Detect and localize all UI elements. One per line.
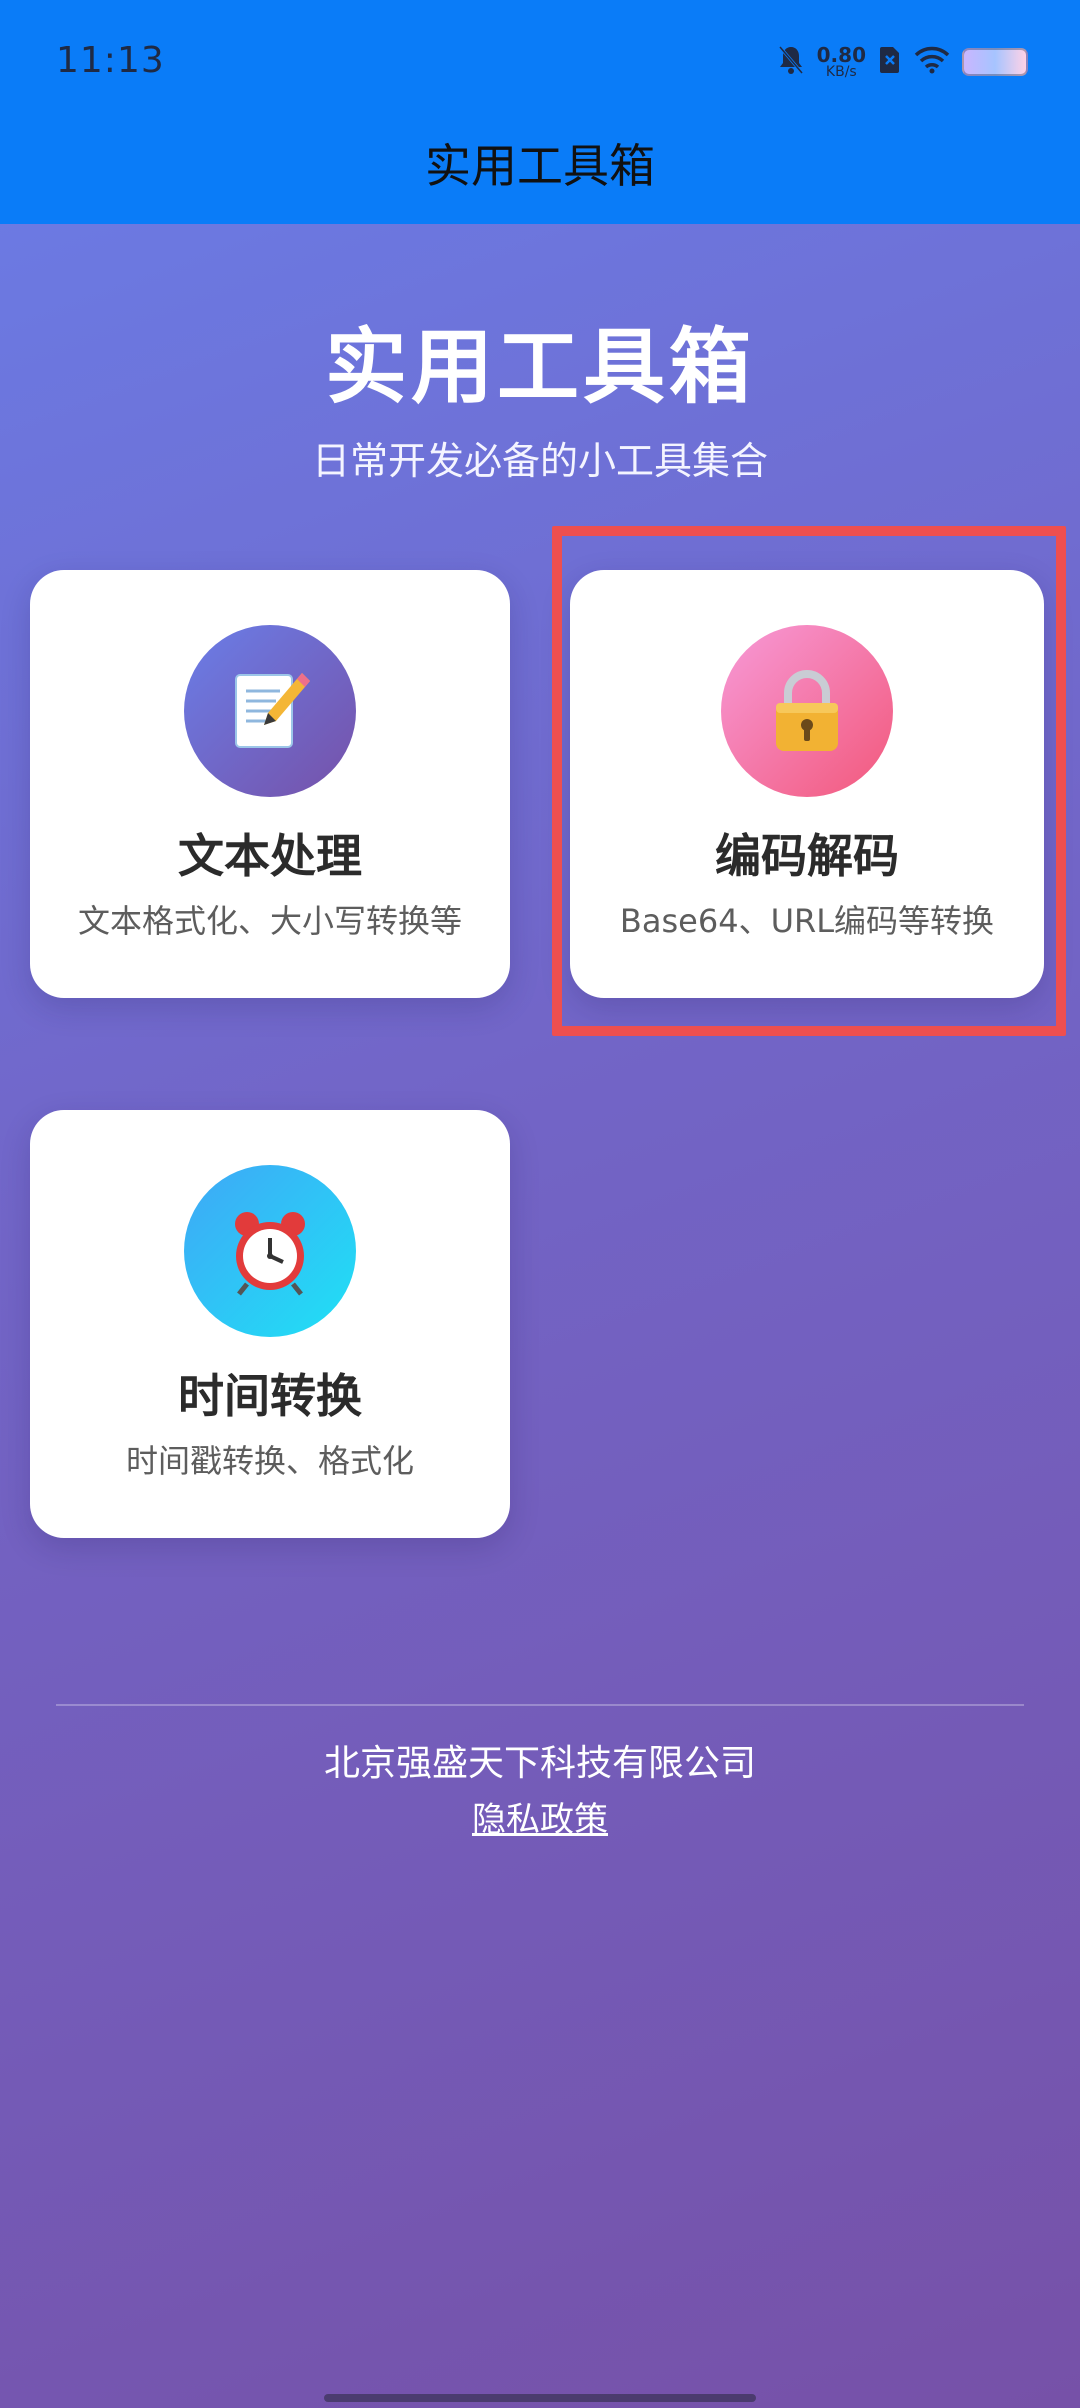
wifi-icon [914,46,950,78]
highlight-frame [552,526,1066,1036]
status-time: 11:13 [56,40,165,81]
sim-icon [878,45,902,79]
footer-divider [56,1704,1024,1706]
page-title: 实用工具箱 [324,320,755,415]
company-name: 北京强盛天下科技有限公司 [323,1743,756,1784]
tool-card-time-conversion[interactable]: 时间转换 时间戳转换、格式化 [30,1110,510,1538]
privacy-policy-link[interactable]: 隐私政策 [0,1792,1080,1841]
network-speed: 0.80 KB/s [817,45,866,79]
memo-icon [184,625,356,797]
home-indicator[interactable] [324,2394,756,2402]
tool-card-title: 时间转换 [178,1369,362,1423]
battery-icon [962,48,1028,76]
app-bar-title: 实用工具箱 [425,139,655,193]
bell-muted-icon [777,44,805,80]
tool-card-title: 文本处理 [178,829,362,883]
network-speed-unit: KB/s [825,64,857,80]
status-icons: 0.80 KB/s [777,40,1028,84]
tool-card-description: 文本格式化、大小写转换等 [77,902,462,940]
page-subtitle: 日常开发必备的小工具集合 [311,439,768,483]
tool-card-text-processing[interactable]: 文本处理 文本格式化、大小写转换等 [30,570,510,998]
tool-card-description: 时间戳转换、格式化 [125,1442,414,1480]
network-speed-value: 0.80 [816,43,866,67]
app-bar: 11:13 0.80 KB/s 实用工具箱 [0,0,1080,224]
alarm-clock-icon [184,1165,356,1337]
